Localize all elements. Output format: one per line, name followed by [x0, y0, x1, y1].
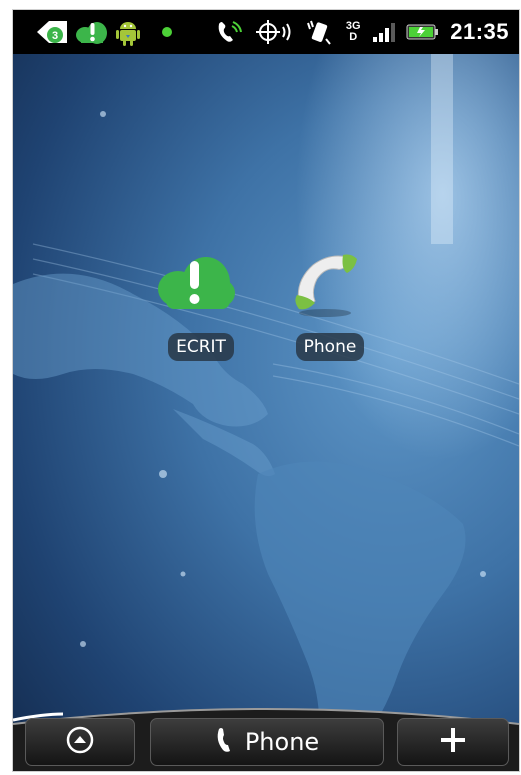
plus-icon — [439, 726, 467, 758]
android-icon — [113, 17, 143, 47]
notification-count: 3 — [52, 30, 58, 42]
wallpaper: ECRIT Phone — [13, 54, 519, 771]
network-type-bottom: D — [349, 31, 358, 43]
signal-icon — [372, 17, 396, 47]
app-phone[interactable]: Phone — [285, 251, 375, 361]
add-button[interactable] — [397, 718, 509, 766]
launcher-up-icon — [64, 724, 96, 760]
app-ecrit[interactable]: ECRIT — [156, 251, 246, 361]
gps-icon — [254, 17, 294, 47]
dock-phone-button[interactable]: Phone — [150, 718, 384, 766]
vibrate-icon — [304, 17, 334, 47]
status-clock: 21:35 — [450, 19, 509, 44]
phone-call-icon — [214, 17, 244, 47]
dock-phone-label: Phone — [244, 728, 320, 756]
dock-phone-icon — [215, 726, 237, 758]
phone-handset-icon — [290, 251, 370, 321]
battery-icon — [406, 17, 440, 47]
ecrit-cloud-icon — [158, 251, 241, 321]
app-label-phone: Phone — [295, 333, 365, 361]
notification-back-icon: 3 — [35, 17, 71, 47]
dock: Phone — [13, 700, 519, 771]
launcher-button[interactable] — [25, 718, 135, 766]
network-type-icon: 3G D — [344, 17, 362, 47]
app-label-ecrit: ECRIT — [168, 333, 234, 361]
globe-wallpaper-art — [13, 54, 519, 761]
phone-screen: 3 3G D 21:35 ECRIT Phone Phone — [13, 10, 519, 771]
green-dot-icon — [147, 17, 187, 47]
ecrit-notification-icon — [75, 17, 109, 47]
status-bar[interactable]: 3 3G D 21:35 — [13, 10, 519, 54]
